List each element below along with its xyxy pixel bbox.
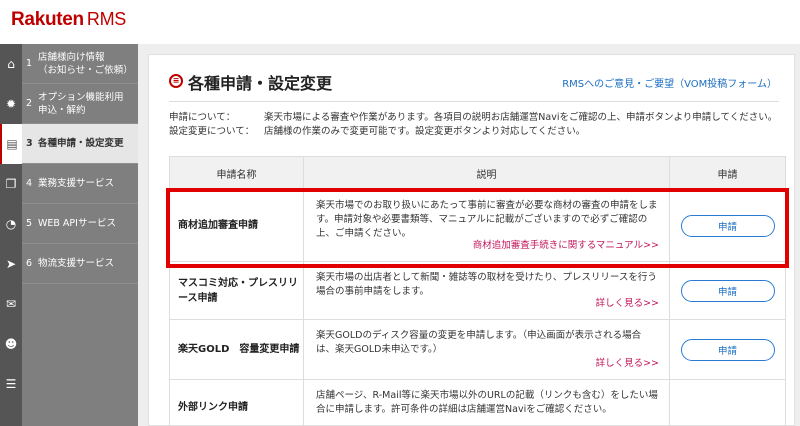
header-description: 説明 [304, 157, 670, 189]
icon-sidebar: ⌂ ✹ ▤ ❐ ◔ ➤ ✉ ☻ ☰ [0, 44, 22, 426]
gear-icon[interactable]: ✹ [0, 84, 22, 124]
apply-button[interactable]: 申請 [680, 338, 775, 361]
apply-button[interactable]: 申請 [680, 279, 775, 302]
sidebar-item-options[interactable]: 2 オプション機能利用 申込・解約 [22, 84, 138, 124]
main-area: ≡ 各種申請・設定変更 RMSへのご意見・ご要望（VOM投稿フォーム） 申請につ… [138, 44, 800, 426]
row-action: 申請 [670, 320, 785, 379]
sidebar-item-web-api[interactable]: 5 WEB APIサービス [22, 204, 138, 244]
row-action [670, 380, 785, 426]
application-table: 申請名称 説明 申請 商材追加審査申請 楽天市場でのお取り扱いにあたって事前に審… [169, 156, 786, 426]
row-action: 申請 [670, 262, 785, 319]
list-icon: ≡ [169, 74, 183, 88]
users-icon[interactable]: ☻ [0, 324, 22, 364]
row-name: 外部リンク申請 [170, 380, 304, 426]
manual-link[interactable]: 商材追加審査手続きに関するマニュアル>> [473, 239, 659, 253]
row-name: 商材追加審査申請 [170, 190, 304, 261]
row-description: 店舗ページ、R-Mail等に楽天市場以外のURLの記載（リンクも含む）をしたい場… [304, 380, 670, 426]
top-bar: Rakuten RMS [0, 0, 800, 44]
details-link[interactable]: 詳しく見る>> [596, 297, 659, 311]
details-link[interactable]: 詳しく見る>> [596, 357, 659, 371]
sidebar-item-applications[interactable]: 3 各種申請・設定変更 [22, 124, 138, 164]
rakuten-rms-logo[interactable]: Rakuten RMS [11, 9, 126, 31]
apply-button[interactable]: 申請 [680, 214, 775, 237]
send-icon[interactable]: ➤ [0, 244, 22, 284]
table-row: 商材追加審査申請 楽天市場でのお取り扱いにあたって事前に審査が必要な商材の審査の… [170, 190, 785, 262]
table-row: 外部リンク申請 店舗ページ、R-Mail等に楽天市場以外のURLの記載（リンクも… [170, 380, 785, 426]
sidebar-item-logistics[interactable]: 6 物流支援サービス [22, 244, 138, 284]
row-action: 申請 [670, 190, 785, 261]
row-description: 楽天市場でのお取り扱いにあたって事前に審査が必要な商材の審査の申請をします。申請… [304, 190, 670, 261]
feedback-link[interactable]: RMSへのご意見・ご要望（VOM投稿フォーム） [562, 75, 777, 90]
page-title: 各種申請・設定変更 [188, 74, 333, 93]
row-name: マスコミ対応・プレスリリース申請 [170, 262, 304, 319]
sidebar-item-shop-info[interactable]: 1 店舗様向け情報 （お知らせ・ご依頼） [22, 44, 138, 84]
page-description: 申請について： 楽天市場による審査や作業があります。各項目の説明お店舗運営Navi… [169, 112, 778, 137]
table-header: 申請名称 説明 申請 [170, 157, 785, 190]
header-name: 申請名称 [170, 157, 304, 189]
row-name: 楽天GOLD 容量変更申請 [170, 320, 304, 379]
cart-icon[interactable]: ▤ [0, 124, 22, 164]
table-row: マスコミ対応・プレスリリース申請 楽天市場の出店者として新聞・雑誌等の取材を受け… [170, 262, 785, 320]
content-panel: ≡ 各種申請・設定変更 RMSへのご意見・ご要望（VOM投稿フォーム） 申請につ… [148, 54, 795, 426]
sidebar-item-business-support[interactable]: 4 業務支援サービス [22, 164, 138, 204]
chart-icon[interactable]: ◔ [0, 204, 22, 244]
row-description: 楽天GOLDのディスク容量の変更を申請します。（申込画面が表示される場合は、楽天… [304, 320, 670, 379]
title-row: ≡ 各種申請・設定変更 RMSへのご意見・ご要望（VOM投稿フォーム） [169, 69, 789, 99]
menu-icon[interactable]: ☰ [0, 364, 22, 404]
table-row: 楽天GOLD 容量変更申請 楽天GOLDのディスク容量の変更を申請します。（申込… [170, 320, 785, 380]
row-description: 楽天市場の出店者として新聞・雑誌等の取材を受けたり、プレスリリースを行う場合の事… [304, 262, 670, 319]
header-action: 申請 [717, 169, 738, 181]
nav-sidebar: 1 店舗様向け情報 （お知らせ・ご依頼） 2 オプション機能利用 申込・解約 3… [22, 44, 138, 426]
title-divider [169, 101, 779, 102]
home-icon[interactable]: ⌂ [0, 44, 22, 84]
megaphone-icon[interactable]: ✉ [0, 284, 22, 324]
window-icon[interactable]: ❐ [0, 164, 22, 204]
